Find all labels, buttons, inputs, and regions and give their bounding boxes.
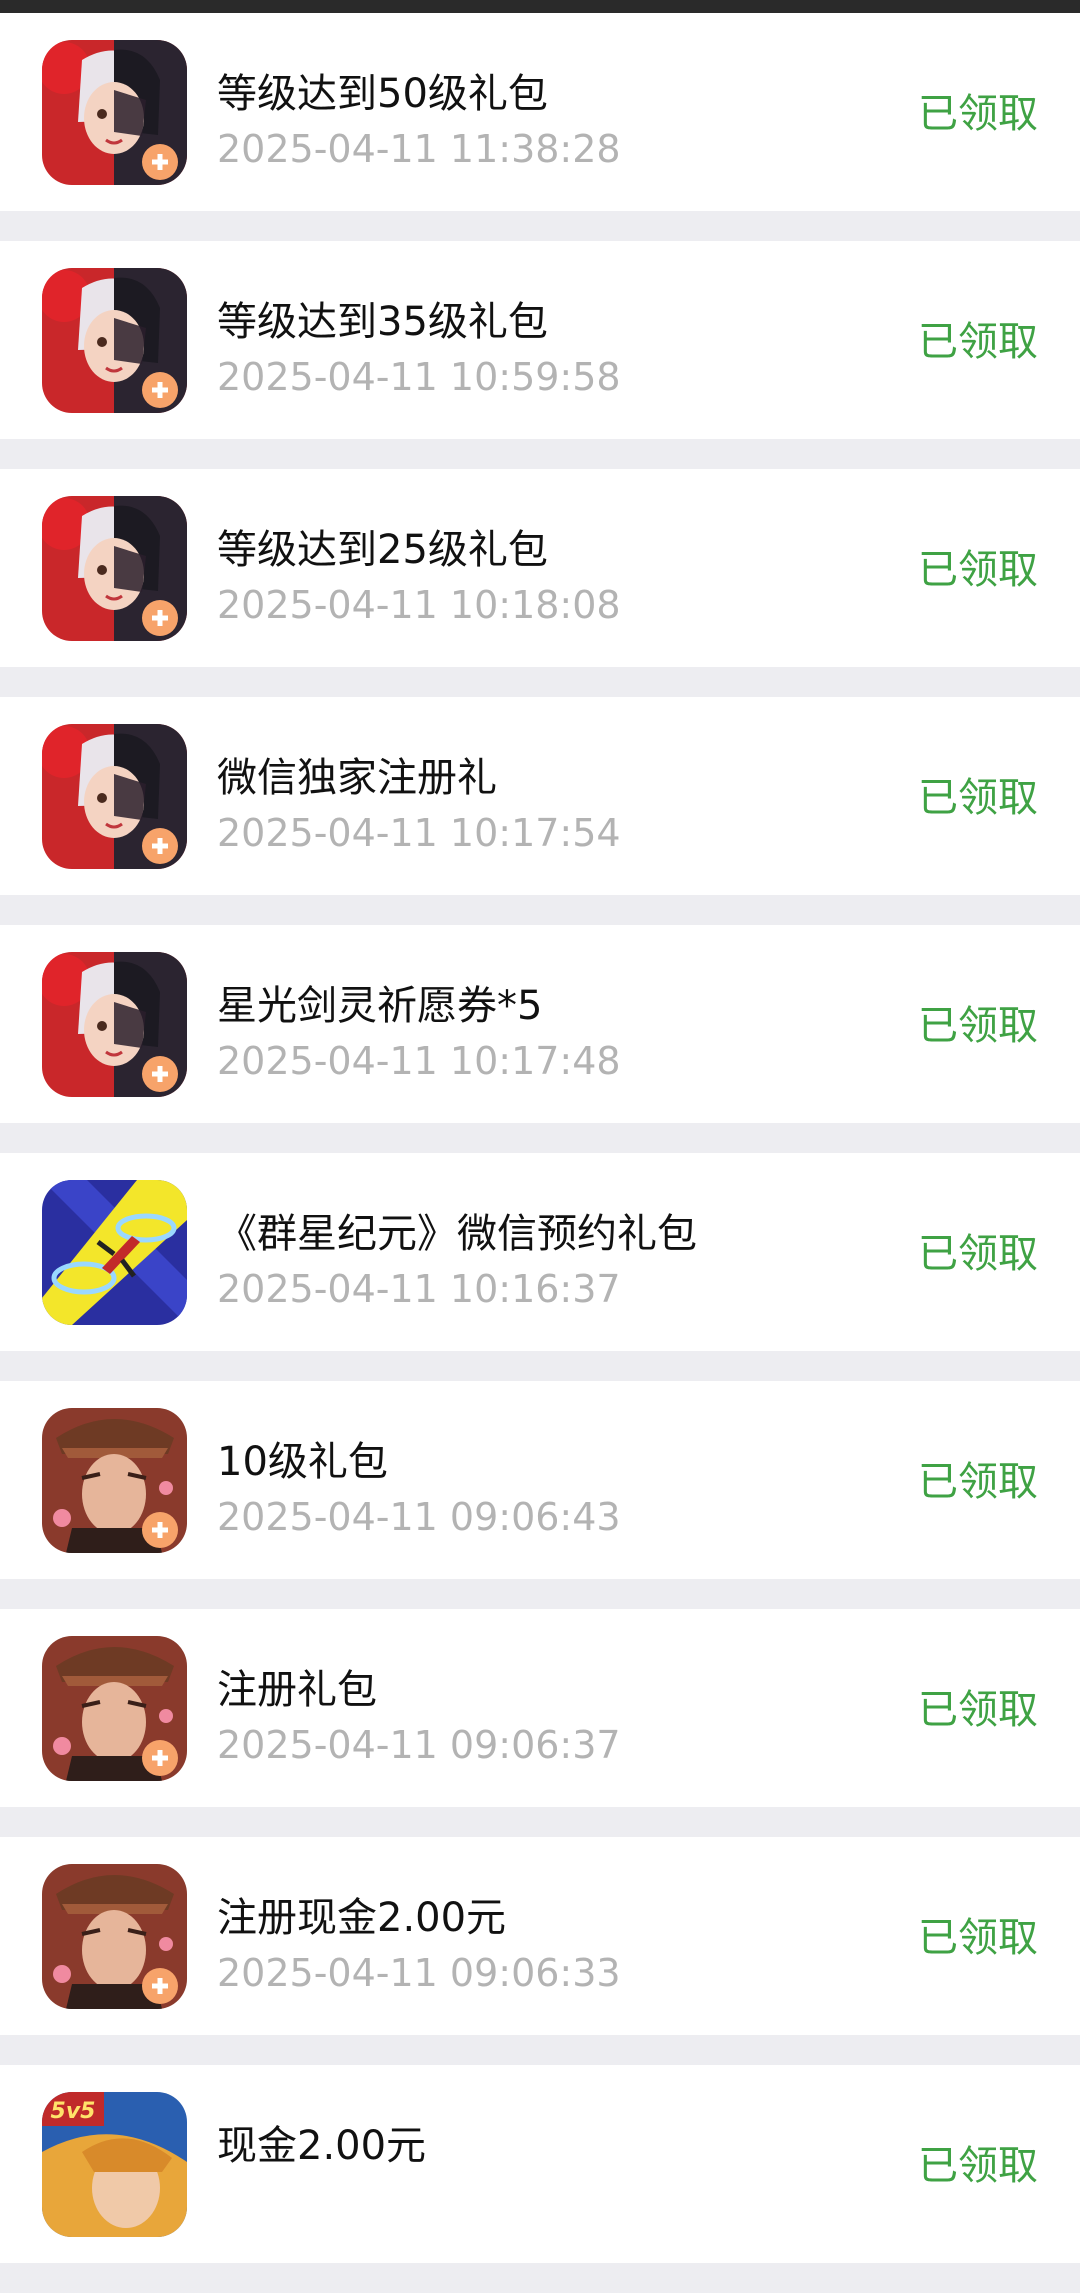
gift-title: 注册礼包 bbox=[217, 1667, 377, 1713]
list-item[interactable]: 等级达到50级礼包 2025-04-11 11:38:28 已领取 bbox=[0, 13, 1080, 211]
status-bar-edge bbox=[0, 0, 1080, 13]
claim-time: 2025-04-11 09:06:43 bbox=[217, 1495, 621, 1539]
list-item[interactable]: 微信独家注册礼 2025-04-11 10:17:54 已领取 bbox=[0, 697, 1080, 895]
claim-time: 2025-04-11 09:06:37 bbox=[217, 1723, 621, 1767]
anime-girl-game-icon bbox=[42, 724, 187, 869]
warrior-game-icon bbox=[42, 1408, 187, 1553]
claim-time: 2025-04-11 10:17:54 bbox=[217, 811, 621, 855]
claimed-status: 已领取 bbox=[918, 775, 1038, 821]
gift-title: 10级礼包 bbox=[217, 1439, 388, 1485]
claim-time: 2025-04-11 10:59:58 bbox=[217, 355, 621, 399]
gift-record-list: 等级达到50级礼包 2025-04-11 11:38:28 已领取 等级达到35… bbox=[0, 13, 1080, 2293]
claim-time: 2025-04-11 10:18:08 bbox=[217, 583, 621, 627]
list-item[interactable]: 5v5 现金2.00元 已领取 bbox=[0, 2065, 1080, 2263]
claimed-status: 已领取 bbox=[918, 319, 1038, 365]
claim-time: 2025-04-11 10:17:48 bbox=[217, 1039, 621, 1083]
claimed-status: 已领取 bbox=[918, 1231, 1038, 1277]
gift-title: 《群星纪元》微信预约礼包 bbox=[217, 1211, 697, 1257]
claim-time: 2025-04-11 09:06:33 bbox=[217, 1951, 621, 1995]
claimed-status: 已领取 bbox=[918, 1459, 1038, 1505]
5v5-game-icon: 5v5 bbox=[42, 2092, 187, 2237]
anime-girl-game-icon bbox=[42, 496, 187, 641]
list-item[interactable]: 注册礼包 2025-04-11 09:06:37 已领取 bbox=[0, 1609, 1080, 1807]
anime-girl-game-icon bbox=[42, 268, 187, 413]
list-item[interactable]: 星光剑灵祈愿券*5 2025-04-11 10:17:48 已领取 bbox=[0, 925, 1080, 1123]
claimed-status: 已领取 bbox=[918, 1687, 1038, 1733]
warrior-game-icon bbox=[42, 1864, 187, 2009]
warrior-game-icon bbox=[42, 1636, 187, 1781]
gift-title: 等级达到50级礼包 bbox=[217, 71, 548, 117]
claimed-status: 已领取 bbox=[918, 2143, 1038, 2189]
claim-time: 2025-04-11 11:38:28 bbox=[217, 127, 621, 171]
claimed-status: 已领取 bbox=[918, 547, 1038, 593]
claimed-status: 已领取 bbox=[918, 1915, 1038, 1961]
gift-title: 注册现金2.00元 bbox=[217, 1895, 507, 1941]
anime-girl-game-icon bbox=[42, 40, 187, 185]
list-item[interactable]: 等级达到35级礼包 2025-04-11 10:59:58 已领取 bbox=[0, 241, 1080, 439]
claim-time: 2025-04-11 10:16:37 bbox=[217, 1267, 621, 1311]
gift-title: 等级达到25级礼包 bbox=[217, 527, 548, 573]
gift-title: 微信独家注册礼 bbox=[217, 755, 497, 801]
list-item[interactable]: 注册现金2.00元 2025-04-11 09:06:33 已领取 bbox=[0, 1837, 1080, 2035]
list-item[interactable]: 等级达到25级礼包 2025-04-11 10:18:08 已领取 bbox=[0, 469, 1080, 667]
claimed-status: 已领取 bbox=[918, 91, 1038, 137]
gift-title: 现金2.00元 bbox=[217, 2123, 427, 2169]
game-badge-text: 5v5 bbox=[51, 2099, 96, 2124]
gift-title: 星光剑灵祈愿券*5 bbox=[217, 983, 543, 1029]
spaceship-game-icon bbox=[42, 1180, 187, 1325]
list-item[interactable]: 《群星纪元》微信预约礼包 2025-04-11 10:16:37 已领取 bbox=[0, 1153, 1080, 1351]
anime-girl-game-icon bbox=[42, 952, 187, 1097]
gift-title: 等级达到35级礼包 bbox=[217, 299, 548, 345]
list-item[interactable]: 10级礼包 2025-04-11 09:06:43 已领取 bbox=[0, 1381, 1080, 1579]
claimed-status: 已领取 bbox=[918, 1003, 1038, 1049]
